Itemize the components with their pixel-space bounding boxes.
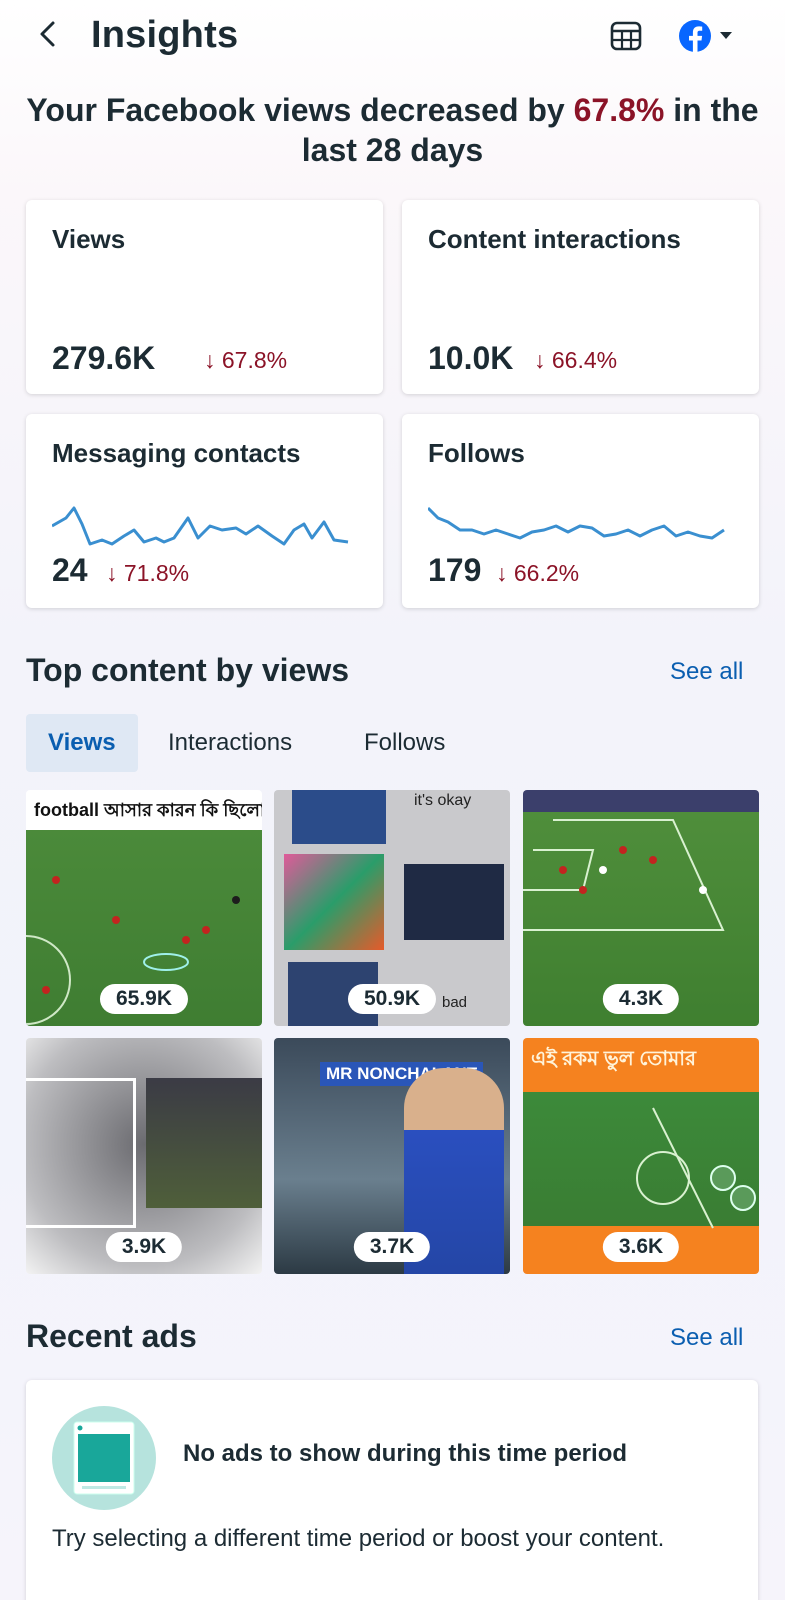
metric-label: Views: [52, 224, 126, 254]
tab-interactions[interactable]: Interactions: [146, 714, 314, 772]
section-title-top-content: Top content by views: [26, 652, 349, 688]
views-count-badge: 3.6K: [602, 1232, 680, 1262]
metric-card-views[interactable]: Views 279.6K ↓ 67.8%: [26, 200, 383, 394]
metric-value: 10.0K: [428, 340, 514, 376]
metric-card-messaging-contacts[interactable]: Messaging contacts 24 ↓ 71.8%: [26, 414, 383, 608]
views-count-badge: 65.9K: [99, 984, 189, 1014]
metric-value: 279.6K: [52, 340, 156, 376]
top-content-thumbnail[interactable]: football আসার কারন কি ছিলো 65.9K: [26, 790, 262, 1026]
thumbnail-image-part: [146, 1078, 262, 1208]
goal-frame-graphic: [26, 1078, 136, 1228]
thumbnail-image-part: [292, 790, 386, 844]
top-content-thumbnail[interactable]: এই রকম ভুল তোমার 3.6K: [523, 1038, 759, 1274]
sparkline-chart: [52, 506, 349, 546]
thumbnail-caption: it's okay: [414, 792, 472, 809]
thumbnail-caption: football আসার কারন কি ছিলো: [34, 800, 262, 820]
caret-down-icon: [720, 32, 732, 39]
back-arrow-icon: [40, 21, 55, 47]
top-content-thumbnail[interactable]: MR NONCHALANT 3.7K: [274, 1038, 510, 1274]
back-button[interactable]: [30, 16, 66, 52]
metric-label: Content interactions: [428, 224, 681, 254]
facebook-icon: [679, 20, 711, 53]
metric-card-follows[interactable]: Follows 179 ↓ 66.2%: [402, 414, 759, 608]
thumbnail-caption: bad: [442, 994, 468, 1011]
metric-delta: ↓ 71.8%: [106, 560, 190, 586]
ad-placeholder-icon: [52, 1406, 156, 1510]
see-all-top-content-link[interactable]: See all: [670, 658, 743, 686]
app-header: Insights: [0, 0, 785, 72]
views-count-badge: 3.9K: [105, 1232, 183, 1262]
top-content-thumbnail[interactable]: 4.3K: [523, 790, 759, 1026]
headline-percent: 67.8%: [573, 92, 665, 128]
metric-label: Messaging contacts: [52, 438, 301, 468]
top-content-thumbnail[interactable]: it's okay bad 50.9K: [274, 790, 510, 1026]
table-icon: [610, 21, 642, 51]
thumbnail-image-part: [404, 864, 504, 940]
see-all-recent-ads-link[interactable]: See all: [670, 1324, 743, 1352]
metric-card-content-interactions[interactable]: Content interactions 10.0K ↓ 66.4%: [402, 200, 759, 394]
views-count-badge: 50.9K: [347, 984, 437, 1014]
headline: Your Facebook views decreased by 67.8% i…: [20, 90, 765, 170]
sparkline-chart: [428, 506, 725, 540]
page-title: Insights: [91, 14, 239, 56]
empty-state-title: No ads to show during this time period: [183, 1440, 628, 1467]
sparkline-line: [52, 506, 349, 546]
metric-delta: ↓ 66.4%: [534, 347, 618, 373]
metric-value: 179: [428, 552, 482, 588]
empty-state-body: Try selecting a different time period or…: [52, 1525, 665, 1552]
tab-views[interactable]: Views: [26, 714, 138, 772]
section-title-recent-ads: Recent ads: [26, 1318, 197, 1354]
views-count-badge: 3.7K: [353, 1232, 431, 1262]
tab-follows[interactable]: Follows: [342, 714, 467, 772]
metric-delta: ↓ 67.8%: [204, 347, 288, 373]
thumbnail-image-part: [284, 854, 384, 950]
recent-ads-card: No ads to show during this time period T…: [26, 1380, 758, 1600]
metric-delta: ↓ 66.2%: [496, 560, 580, 586]
headline-prefix: Your Facebook views decreased by: [26, 92, 565, 128]
metric-value: 24: [52, 552, 88, 588]
account-switcher[interactable]: [678, 16, 748, 56]
top-content-thumbnail[interactable]: 3.9K: [26, 1038, 262, 1274]
sparkline-line: [428, 506, 725, 540]
export-table-button[interactable]: [606, 16, 646, 56]
views-count-badge: 4.3K: [602, 984, 680, 1014]
metric-label: Follows: [428, 438, 525, 468]
